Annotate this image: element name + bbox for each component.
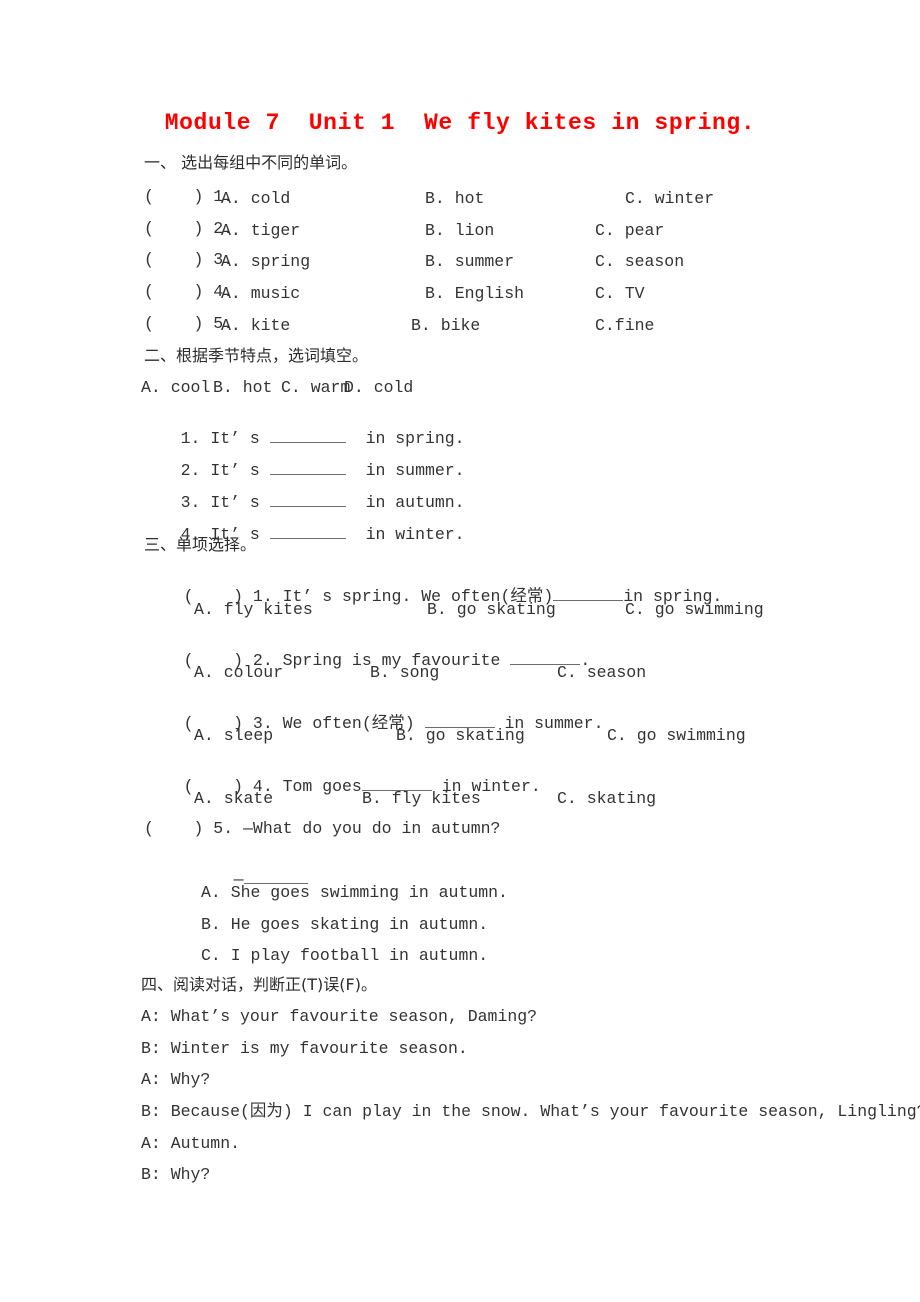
dialogue-line-5: A: Autumn. [141,1134,241,1153]
q1-4-option-b[interactable]: B. English [425,284,524,303]
section-two-heading: 二、根据季节特点，选词填空。 [144,346,369,365]
q1-2-option-a[interactable]: A. tiger [221,221,300,240]
q1-4-option-a[interactable]: A. music [221,284,300,303]
mcq-4-option-a[interactable]: A. skate [194,789,273,808]
wordbank-option-a[interactable]: A. cool [141,378,210,397]
dialogue-line-1: A: What’s your favourite season, Daming? [141,1007,538,1026]
mcq-5-blank[interactable] [243,868,308,884]
wordbank-option-d[interactable]: D. cold [344,378,413,397]
section-four-heading: 四、阅读对话，判断正(T)误(F)。 [141,975,377,994]
fill-item-2-blank[interactable] [269,459,346,475]
mcq-2-option-c[interactable]: C. season [557,663,646,682]
dialogue-line-6: B: Why? [141,1165,211,1184]
q1-2-option-c[interactable]: C. pear [595,221,664,240]
section-three-heading: 三、单项选择。 [144,535,257,554]
mcq-1-option-b[interactable]: B. go skating [427,600,556,619]
mcq-1-option-a[interactable]: A. fly kites [194,600,313,619]
wordbank-option-c[interactable]: C. warm [281,378,350,397]
worksheet-page: Module 7 Unit 1 We fly kites in spring. … [0,0,920,1302]
dialogue-line-4: B: Because(因为) I can play in the snow. W… [141,1102,920,1121]
mcq-5-option-b[interactable]: B. He goes skating in autumn. [201,915,488,934]
mcq-5-option-c[interactable]: C. I play football in autumn. [201,946,488,965]
q1-3-option-c[interactable]: C. season [595,252,684,271]
wordbank-option-b[interactable]: B. hot [213,378,272,397]
mcq-1-option-c[interactable]: C. go swimming [625,600,764,619]
fill-item-4-after: in winter. [365,524,465,544]
mcq-3-option-b[interactable]: B. go skating [396,726,525,745]
mcq-3-option-a[interactable]: A. sleep [194,726,273,745]
q1-3-mark[interactable]: ( ) 3. [144,251,233,269]
mcq-4-option-c[interactable]: C. skating [557,789,656,808]
q1-4-option-c[interactable]: C. TV [595,284,645,303]
fill-item-1-blank[interactable] [269,427,346,443]
q1-1-option-c[interactable]: C. winter [625,189,714,208]
section-one-heading: 一、 选出每组中不同的单词。 [144,153,358,172]
mcq-2-option-b[interactable]: B. song [370,663,439,682]
q1-3-option-b[interactable]: B. summer [425,252,514,271]
q1-2-option-b[interactable]: B. lion [425,221,494,240]
q1-1-option-a[interactable]: A. cold [221,189,290,208]
mcq-5-stem[interactable]: ( ) 5. —What do you do in autumn? [144,820,500,838]
mcq-2-option-a[interactable]: A. colour [194,663,283,682]
q1-5-mark[interactable]: ( ) 5. [144,315,233,333]
dialogue-line-2: B: Winter is my favourite season. [141,1039,468,1058]
q1-4-mark[interactable]: ( ) 4. [144,283,233,301]
dialogue-line-3: A: Why? [141,1070,211,1089]
mcq-1-blank[interactable] [553,585,624,601]
q1-1-mark[interactable]: ( ) 1. [144,188,233,206]
q1-2-mark[interactable]: ( ) 2. [144,220,233,238]
fill-item-4-blank[interactable] [269,523,346,539]
fill-item-3-blank[interactable] [269,491,346,507]
mcq-3-option-c[interactable]: C. go swimming [607,726,746,745]
q1-3-option-a[interactable]: A. spring [221,252,310,271]
q1-1-option-b[interactable]: B. hot [425,189,484,208]
q1-5-option-a[interactable]: A. kite [221,316,290,335]
mcq-5-option-a[interactable]: A. She goes swimming in autumn. [201,883,508,902]
mcq-4-option-b[interactable]: B. fly kites [362,789,481,808]
page-title: Module 7 Unit 1 We fly kites in spring. [164,110,756,136]
q1-5-option-c[interactable]: C.fine [595,316,654,335]
q1-5-option-b[interactable]: B. bike [411,316,480,335]
